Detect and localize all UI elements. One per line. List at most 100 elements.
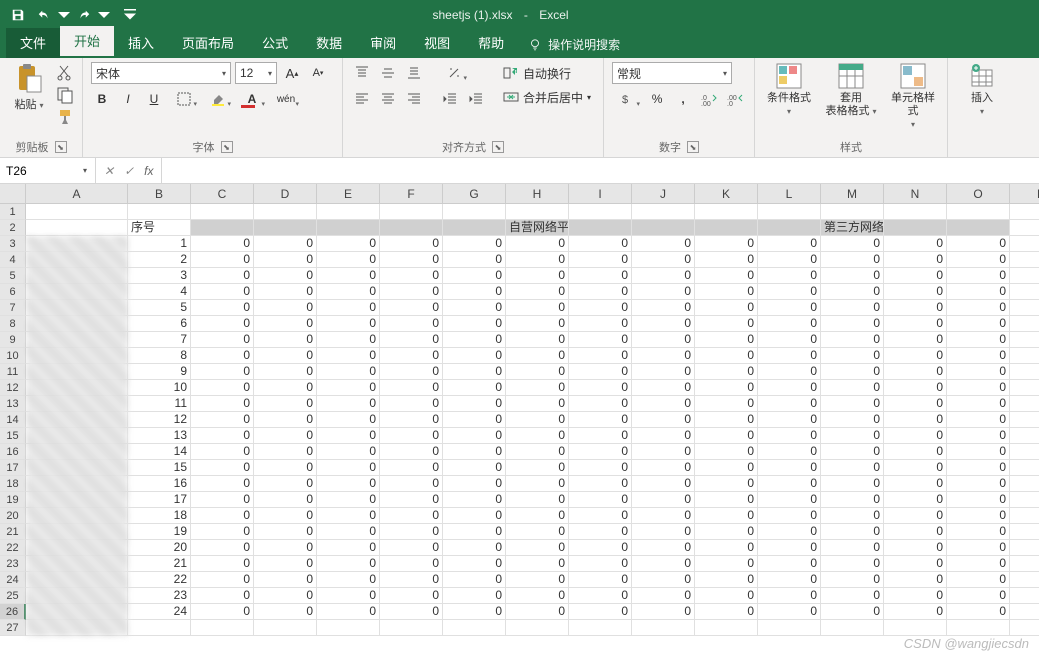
cell[interactable]	[26, 412, 128, 428]
cell[interactable]: 0	[569, 428, 632, 444]
cell[interactable]: 0	[191, 348, 254, 364]
cell[interactable]: 0	[821, 524, 884, 540]
cell[interactable]	[26, 284, 128, 300]
cell[interactable]: 0	[821, 428, 884, 444]
cell[interactable]: 0	[443, 332, 506, 348]
cell[interactable]: 0	[254, 460, 317, 476]
cell[interactable]: 0	[821, 332, 884, 348]
cell[interactable]	[443, 204, 506, 220]
cell[interactable]: 0	[758, 396, 821, 412]
cell[interactable]: 0	[947, 492, 1010, 508]
tab-data[interactable]: 数据	[302, 28, 356, 58]
cell[interactable]	[26, 380, 128, 396]
cell[interactable]: 0	[569, 476, 632, 492]
cell[interactable]: 0	[947, 236, 1010, 252]
cell[interactable]: 0	[443, 476, 506, 492]
row-header[interactable]: 16	[0, 444, 26, 460]
cell[interactable]: 0	[758, 332, 821, 348]
cell[interactable]: 0	[695, 412, 758, 428]
cell[interactable]: 0	[632, 572, 695, 588]
cell[interactable]: 0	[632, 588, 695, 604]
cell[interactable]	[317, 220, 380, 236]
cell[interactable]: 0	[569, 284, 632, 300]
cell[interactable]: 0	[569, 460, 632, 476]
cell[interactable]	[632, 220, 695, 236]
cell[interactable]	[1010, 508, 1039, 524]
cell[interactable]: 0	[695, 428, 758, 444]
cell[interactable]: 0	[947, 460, 1010, 476]
col-header-G[interactable]: G	[443, 184, 506, 204]
cell[interactable]: 0	[191, 380, 254, 396]
copy-button[interactable]	[56, 86, 74, 104]
cell[interactable]: 0	[443, 428, 506, 444]
cell[interactable]: 0	[569, 508, 632, 524]
cell[interactable]: 0	[632, 556, 695, 572]
cell[interactable]: 0	[254, 444, 317, 460]
cell[interactable]: 0	[821, 572, 884, 588]
cell[interactable]: 0	[380, 396, 443, 412]
cell[interactable]: 0	[191, 364, 254, 380]
cell[interactable]	[26, 444, 128, 460]
cell[interactable]: 0	[254, 476, 317, 492]
cell[interactable]: 0	[443, 540, 506, 556]
cell[interactable]: 0	[317, 396, 380, 412]
cell[interactable]: 0	[506, 396, 569, 412]
cell[interactable]: 0	[443, 268, 506, 284]
cell[interactable]: 0	[758, 364, 821, 380]
cell[interactable]: 0	[695, 348, 758, 364]
bold-button[interactable]: B	[91, 88, 113, 110]
cell[interactable]	[569, 220, 632, 236]
cancel-formula-button[interactable]: ✕	[104, 164, 114, 178]
cell[interactable]: 0	[947, 444, 1010, 460]
cell[interactable]: 9	[128, 364, 191, 380]
cell[interactable]: 0	[191, 524, 254, 540]
cell[interactable]: 0	[569, 268, 632, 284]
cell[interactable]: 0	[443, 524, 506, 540]
cell[interactable]: 0	[947, 284, 1010, 300]
cell[interactable]: 0	[695, 252, 758, 268]
cell[interactable]: 0	[380, 556, 443, 572]
insert-function-button[interactable]: fx	[144, 164, 153, 178]
cell[interactable]: 0	[695, 332, 758, 348]
cell[interactable]	[1010, 364, 1039, 380]
tab-help[interactable]: 帮助	[464, 28, 518, 58]
cell[interactable]	[884, 620, 947, 636]
tab-layout[interactable]: 页面布局	[168, 28, 248, 58]
cell[interactable]: 0	[884, 476, 947, 492]
cell[interactable]: 0	[821, 492, 884, 508]
cell[interactable]: 13	[128, 428, 191, 444]
col-header-I[interactable]: I	[569, 184, 632, 204]
cell[interactable]: 0	[569, 252, 632, 268]
row-header[interactable]: 4	[0, 252, 26, 268]
cell[interactable]	[26, 364, 128, 380]
cell[interactable]: 1	[128, 236, 191, 252]
col-header-N[interactable]: N	[884, 184, 947, 204]
cell[interactable]: 0	[758, 412, 821, 428]
font-dialog-launcher[interactable]: ⬊	[221, 141, 233, 153]
cell[interactable]: 0	[254, 316, 317, 332]
cell[interactable]: 0	[821, 476, 884, 492]
cell[interactable]: 0	[821, 364, 884, 380]
cell[interactable]: 0	[254, 524, 317, 540]
cell[interactable]: 0	[695, 316, 758, 332]
cell[interactable]	[317, 204, 380, 220]
tab-review[interactable]: 审阅	[356, 28, 410, 58]
cell[interactable]: 23	[128, 588, 191, 604]
cell[interactable]	[254, 204, 317, 220]
cell[interactable]: 0	[380, 508, 443, 524]
cell[interactable]: 0	[569, 524, 632, 540]
cell[interactable]: 0	[380, 444, 443, 460]
cell[interactable]	[380, 204, 443, 220]
row-header[interactable]: 1	[0, 204, 26, 220]
cell[interactable]: 0	[443, 604, 506, 620]
cell[interactable]: 0	[695, 476, 758, 492]
cell[interactable]: 0	[443, 348, 506, 364]
cell[interactable]: 0	[821, 268, 884, 284]
cell[interactable]: 0	[947, 268, 1010, 284]
cell[interactable]: 20	[128, 540, 191, 556]
cell[interactable]: 0	[884, 524, 947, 540]
cell[interactable]: 0	[191, 492, 254, 508]
cell[interactable]	[26, 524, 128, 540]
cut-button[interactable]	[56, 64, 74, 82]
cell[interactable]: 0	[695, 284, 758, 300]
